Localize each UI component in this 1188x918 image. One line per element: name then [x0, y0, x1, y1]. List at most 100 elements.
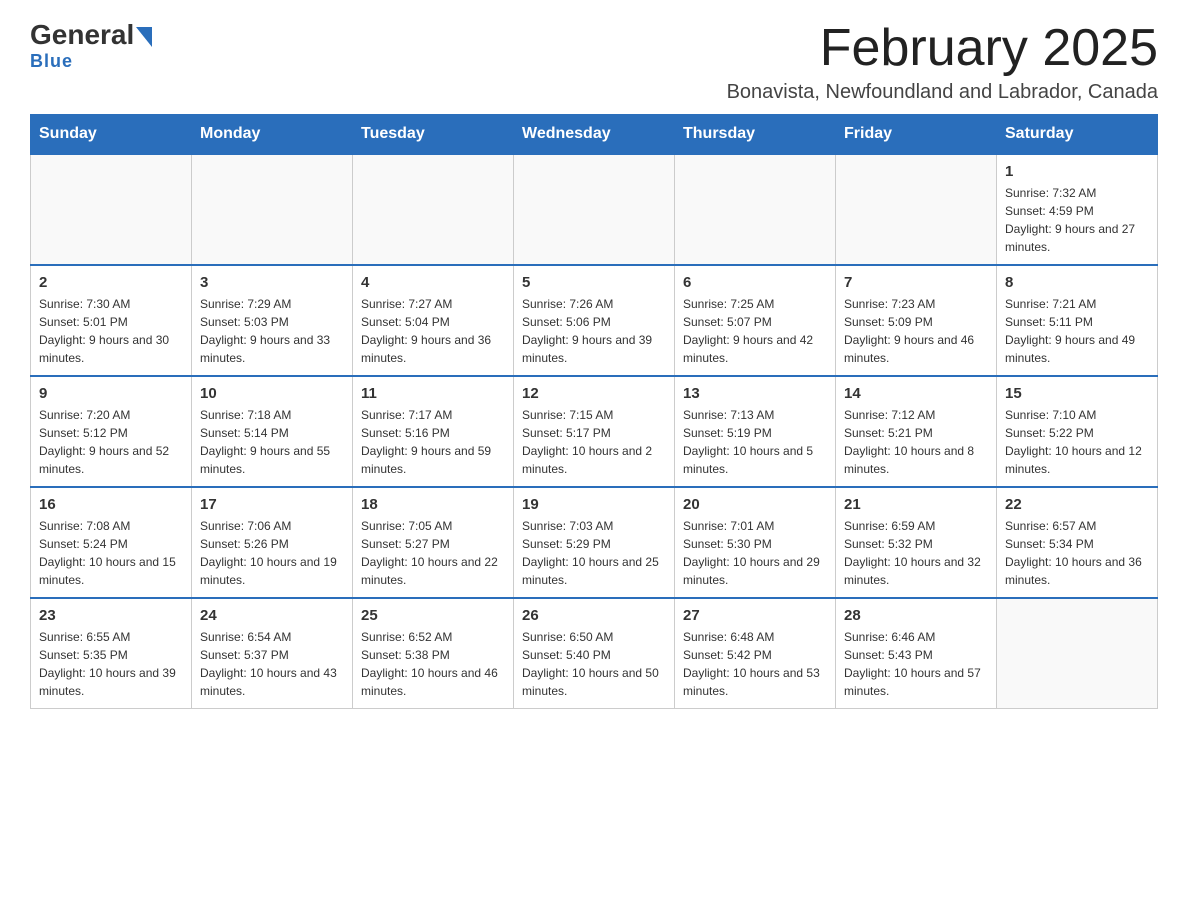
day-number: 5 — [522, 274, 666, 291]
day-info: Sunrise: 7:26 AM Sunset: 5:06 PM Dayligh… — [522, 295, 666, 367]
header-saturday: Saturday — [997, 115, 1158, 155]
calendar-cell: 28 Sunrise: 6:46 AM Sunset: 5:43 PM Dayli… — [836, 598, 997, 709]
days-header-row: SundayMondayTuesdayWednesdayThursdayFrid… — [31, 115, 1158, 155]
calendar-cell — [836, 154, 997, 265]
day-number: 14 — [844, 385, 988, 402]
calendar-cell — [997, 598, 1158, 709]
calendar-cell: 2 Sunrise: 7:30 AM Sunset: 5:01 PM Daylig… — [31, 265, 192, 376]
day-number: 23 — [39, 607, 183, 624]
week-row-5: 23 Sunrise: 6:55 AM Sunset: 5:35 PM Dayli… — [31, 598, 1158, 709]
day-number: 2 — [39, 274, 183, 291]
day-info: Sunrise: 7:25 AM Sunset: 5:07 PM Dayligh… — [683, 295, 827, 367]
calendar-cell: 12 Sunrise: 7:15 AM Sunset: 5:17 PM Dayli… — [514, 376, 675, 487]
header-tuesday: Tuesday — [353, 115, 514, 155]
day-info: Sunrise: 7:03 AM Sunset: 5:29 PM Dayligh… — [522, 517, 666, 589]
calendar-cell: 11 Sunrise: 7:17 AM Sunset: 5:16 PM Dayli… — [353, 376, 514, 487]
title-block: February 2025 Bonavista, Newfoundland an… — [727, 20, 1158, 104]
day-info: Sunrise: 7:06 AM Sunset: 5:26 PM Dayligh… — [200, 517, 344, 589]
calendar-cell: 21 Sunrise: 6:59 AM Sunset: 5:32 PM Dayli… — [836, 487, 997, 598]
day-info: Sunrise: 7:30 AM Sunset: 5:01 PM Dayligh… — [39, 295, 183, 367]
day-number: 27 — [683, 607, 827, 624]
calendar-cell: 26 Sunrise: 6:50 AM Sunset: 5:40 PM Dayli… — [514, 598, 675, 709]
calendar-cell — [192, 154, 353, 265]
header-thursday: Thursday — [675, 115, 836, 155]
calendar-cell — [514, 154, 675, 265]
day-info: Sunrise: 7:15 AM Sunset: 5:17 PM Dayligh… — [522, 406, 666, 478]
day-number: 20 — [683, 496, 827, 513]
day-info: Sunrise: 6:46 AM Sunset: 5:43 PM Dayligh… — [844, 628, 988, 700]
day-info: Sunrise: 6:54 AM Sunset: 5:37 PM Dayligh… — [200, 628, 344, 700]
calendar-cell: 25Sunrise: 6:52 AM Sunset: 5:38 PM Dayli… — [353, 598, 514, 709]
day-number: 10 — [200, 385, 344, 402]
week-row-2: 2 Sunrise: 7:30 AM Sunset: 5:01 PM Daylig… — [31, 265, 1158, 376]
header-friday: Friday — [836, 115, 997, 155]
day-info: Sunrise: 6:50 AM Sunset: 5:40 PM Dayligh… — [522, 628, 666, 700]
day-info: Sunrise: 7:01 AM Sunset: 5:30 PM Dayligh… — [683, 517, 827, 589]
week-row-4: 16Sunrise: 7:08 AM Sunset: 5:24 PM Dayli… — [31, 487, 1158, 598]
day-info: Sunrise: 6:48 AM Sunset: 5:42 PM Dayligh… — [683, 628, 827, 700]
calendar-cell: 13 Sunrise: 7:13 AM Sunset: 5:19 PM Dayli… — [675, 376, 836, 487]
day-info: Sunrise: 7:32 AM Sunset: 4:59 PM Dayligh… — [1005, 184, 1149, 256]
day-info: Sunrise: 6:52 AM Sunset: 5:38 PM Dayligh… — [361, 628, 505, 700]
day-number: 22 — [1005, 496, 1149, 513]
day-info: Sunrise: 7:10 AM Sunset: 5:22 PM Dayligh… — [1005, 406, 1149, 478]
day-info: Sunrise: 7:27 AM Sunset: 5:04 PM Dayligh… — [361, 295, 505, 367]
day-number: 11 — [361, 385, 505, 402]
calendar-cell: 9 Sunrise: 7:20 AM Sunset: 5:12 PM Daylig… — [31, 376, 192, 487]
calendar-cell: 23 Sunrise: 6:55 AM Sunset: 5:35 PM Dayli… — [31, 598, 192, 709]
day-info: Sunrise: 7:13 AM Sunset: 5:19 PM Dayligh… — [683, 406, 827, 478]
day-number: 18 — [361, 496, 505, 513]
calendar-subtitle: Bonavista, Newfoundland and Labrador, Ca… — [727, 81, 1158, 104]
page-header: General Blue February 2025 Bonavista, Ne… — [30, 20, 1158, 104]
logo: General Blue — [30, 20, 152, 72]
calendar-cell: 17 Sunrise: 7:06 AM Sunset: 5:26 PM Dayli… — [192, 487, 353, 598]
day-number: 21 — [844, 496, 988, 513]
calendar-cell: 22 Sunrise: 6:57 AM Sunset: 5:34 PM Dayli… — [997, 487, 1158, 598]
day-info: Sunrise: 6:59 AM Sunset: 5:32 PM Dayligh… — [844, 517, 988, 589]
calendar-cell: 3 Sunrise: 7:29 AM Sunset: 5:03 PM Daylig… — [192, 265, 353, 376]
day-number: 15 — [1005, 385, 1149, 402]
header-sunday: Sunday — [31, 115, 192, 155]
day-number: 13 — [683, 385, 827, 402]
calendar-cell: 20 Sunrise: 7:01 AM Sunset: 5:30 PM Dayli… — [675, 487, 836, 598]
day-info: Sunrise: 7:21 AM Sunset: 5:11 PM Dayligh… — [1005, 295, 1149, 367]
calendar-cell: 10Sunrise: 7:18 AM Sunset: 5:14 PM Dayli… — [192, 376, 353, 487]
calendar-cell: 16Sunrise: 7:08 AM Sunset: 5:24 PM Dayli… — [31, 487, 192, 598]
calendar-title: February 2025 — [727, 20, 1158, 77]
day-number: 16 — [39, 496, 183, 513]
calendar-cell — [31, 154, 192, 265]
day-number: 7 — [844, 274, 988, 291]
day-info: Sunrise: 7:29 AM Sunset: 5:03 PM Dayligh… — [200, 295, 344, 367]
calendar-cell: 19Sunrise: 7:03 AM Sunset: 5:29 PM Dayli… — [514, 487, 675, 598]
calendar-cell: 4 Sunrise: 7:27 AM Sunset: 5:04 PM Daylig… — [353, 265, 514, 376]
calendar-table: SundayMondayTuesdayWednesdayThursdayFrid… — [30, 114, 1158, 709]
calendar-cell — [675, 154, 836, 265]
day-number: 4 — [361, 274, 505, 291]
day-info: Sunrise: 7:23 AM Sunset: 5:09 PM Dayligh… — [844, 295, 988, 367]
calendar-cell: 5 Sunrise: 7:26 AM Sunset: 5:06 PM Daylig… — [514, 265, 675, 376]
week-row-1: 1 Sunrise: 7:32 AM Sunset: 4:59 PM Daylig… — [31, 154, 1158, 265]
day-number: 6 — [683, 274, 827, 291]
day-info: Sunrise: 7:20 AM Sunset: 5:12 PM Dayligh… — [39, 406, 183, 478]
day-number: 28 — [844, 607, 988, 624]
calendar-cell: 27 Sunrise: 6:48 AM Sunset: 5:42 PM Dayli… — [675, 598, 836, 709]
day-number: 8 — [1005, 274, 1149, 291]
day-number: 24 — [200, 607, 344, 624]
day-info: Sunrise: 7:12 AM Sunset: 5:21 PM Dayligh… — [844, 406, 988, 478]
day-info: Sunrise: 6:57 AM Sunset: 5:34 PM Dayligh… — [1005, 517, 1149, 589]
day-info: Sunrise: 6:55 AM Sunset: 5:35 PM Dayligh… — [39, 628, 183, 700]
day-number: 3 — [200, 274, 344, 291]
day-info: Sunrise: 7:17 AM Sunset: 5:16 PM Dayligh… — [361, 406, 505, 478]
day-number: 17 — [200, 496, 344, 513]
day-number: 1 — [1005, 163, 1149, 180]
calendar-cell — [353, 154, 514, 265]
day-info: Sunrise: 7:05 AM Sunset: 5:27 PM Dayligh… — [361, 517, 505, 589]
logo-sub: Blue — [30, 51, 73, 72]
header-monday: Monday — [192, 115, 353, 155]
logo-main: General — [30, 20, 152, 51]
calendar-cell: 14 Sunrise: 7:12 AM Sunset: 5:21 PM Dayli… — [836, 376, 997, 487]
day-number: 26 — [522, 607, 666, 624]
day-number: 9 — [39, 385, 183, 402]
header-wednesday: Wednesday — [514, 115, 675, 155]
day-number: 12 — [522, 385, 666, 402]
